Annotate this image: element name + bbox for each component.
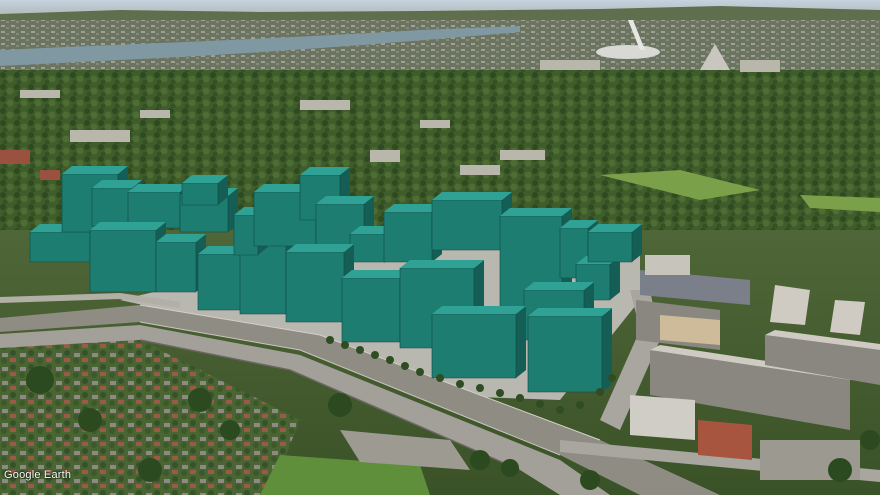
development-block [431,306,526,379]
development-block [527,308,612,393]
development-block [89,222,166,293]
development-block [587,224,642,263]
attribution-label: Google Earth [4,469,72,481]
map-viewport[interactable]: Google Earth [0,0,880,495]
aerial-scene [0,0,880,495]
development-block [181,175,228,206]
